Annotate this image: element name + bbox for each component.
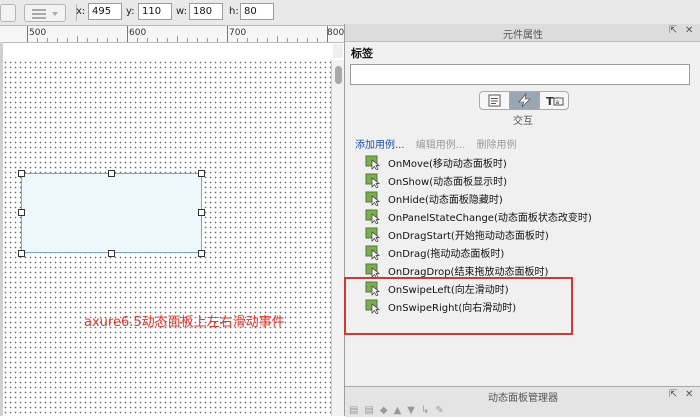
dynamic-panel-manager: 动态面板管理器 ⇱ ✕ ▤▤◆▲▼↳✎: [345, 386, 700, 417]
event-label: OnHide(动态面板隐藏时): [388, 195, 503, 206]
style-dropdown[interactable]: [0, 4, 16, 22]
pin-icon[interactable]: ⇱: [669, 389, 677, 400]
close-icon[interactable]: ✕: [685, 25, 693, 36]
h-label: h:: [229, 6, 239, 17]
y-field[interactable]: 110: [138, 3, 172, 20]
text-format-icon: T a: [546, 95, 564, 108]
scroll-thumb[interactable]: [335, 66, 342, 84]
close-icon[interactable]: ✕: [685, 389, 693, 400]
interactions-icon: [518, 92, 531, 108]
tag-input[interactable]: [350, 64, 690, 85]
event-label: OnDragDrop(结束拖放动态面板时): [388, 267, 549, 278]
event-cursor-icon: [365, 227, 381, 242]
ruler-minor-ticks: [37, 36, 318, 42]
swipe-events-highlight: [344, 277, 573, 335]
scroll-up-area[interactable]: [333, 44, 343, 58]
event-cursor-icon: [365, 245, 381, 260]
event-cursor-icon: [365, 191, 381, 206]
top-toolbar: x: 495 y: 110 w: 180 h: 80: [0, 0, 700, 26]
delete-case-link[interactable]: 删除用例: [476, 140, 516, 151]
notes-icon: [488, 94, 501, 107]
height-field[interactable]: 80: [240, 3, 274, 20]
event-label: OnDragStart(开始拖动动态面板时): [388, 231, 549, 242]
svg-text:a: a: [556, 99, 560, 106]
dynamic-panel-manager-title: 动态面板管理器: [488, 393, 558, 404]
interactions-section-label: 交互: [513, 116, 533, 127]
property-tabs: T a: [479, 91, 569, 110]
resize-handle-right[interactable]: [198, 209, 205, 216]
case-actions: 添加用例... 编辑用例... 删除用例: [355, 136, 516, 151]
x-label: x:: [76, 6, 86, 17]
dynamic-panel-widget[interactable]: [21, 173, 202, 253]
event-label: OnDrag(拖动动态面板时): [388, 249, 505, 260]
tag-label: 标签: [351, 47, 373, 60]
resize-handle-top-left[interactable]: [18, 170, 25, 177]
event-label: OnPanelStateChange(动态面板状态改变时): [388, 213, 592, 224]
event-label: OnShow(动态面板显示时): [388, 177, 507, 188]
vertical-scrollbar[interactable]: [331, 60, 345, 416]
resize-handle-bottom-left[interactable]: [18, 250, 25, 257]
list-icon: [32, 9, 58, 19]
event-label: OnMove(移动动态面板时): [388, 159, 507, 170]
add-case-link[interactable]: 添加用例...: [355, 140, 405, 151]
event-cursor-icon: [365, 155, 381, 170]
tab-interactions[interactable]: [510, 92, 539, 109]
tab-notes[interactable]: [480, 92, 509, 109]
resize-handle-bottom[interactable]: [108, 250, 115, 257]
pin-icon[interactable]: ⇱: [669, 25, 677, 36]
width-field[interactable]: 180: [189, 3, 223, 20]
canvas-caption: axure6.5动态面板上左右滑动事件: [84, 315, 285, 330]
resize-handle-top[interactable]: [108, 170, 115, 177]
resize-handle-top-right[interactable]: [198, 170, 205, 177]
event-cursor-icon: [365, 173, 381, 188]
widget-properties-panel: 元件属性 ⇱ ✕ 标签 T a 交互 添加用例... 编辑用例... 删除用例 …: [344, 24, 700, 417]
horizontal-ruler: 500 600 700 800: [0, 26, 344, 43]
resize-handle-left[interactable]: [18, 209, 25, 216]
event-cursor-icon: [365, 209, 381, 224]
event-cursor-icon: [365, 263, 381, 278]
tab-formatting[interactable]: T a: [540, 92, 568, 109]
align-dropdown[interactable]: [24, 4, 66, 22]
x-field[interactable]: 495: [88, 3, 122, 20]
svg-text:T: T: [546, 95, 554, 108]
y-label: y:: [126, 6, 135, 17]
w-label: w:: [176, 6, 188, 17]
panel-header: 元件属性 ⇱ ✕: [345, 24, 700, 42]
panel-title: 元件属性: [503, 30, 543, 41]
manager-toolbar-icons[interactable]: ▤▤◆▲▼↳✎: [349, 405, 450, 416]
resize-handle-bottom-right[interactable]: [198, 250, 205, 257]
edit-case-link[interactable]: 编辑用例...: [416, 140, 466, 151]
